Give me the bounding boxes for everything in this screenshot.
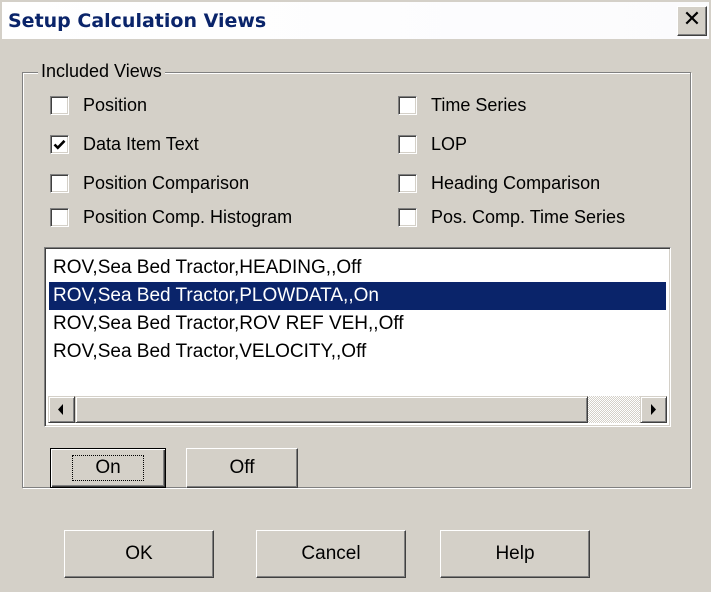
checkbox-label: Pos. Comp. Time Series [431, 206, 626, 227]
help-button-label: Help [495, 543, 535, 564]
views-listbox[interactable]: ROV,Sea Bed Tractor,HEADING,,Off ROV,Sea… [44, 247, 671, 427]
checkbox-box[interactable] [398, 134, 417, 154]
checkbox-label: LOP [431, 133, 468, 154]
checkbox-box[interactable] [50, 173, 69, 193]
list-item[interactable]: ROV,Sea Bed Tractor,ROV REF VEH,,Off [49, 310, 666, 338]
check-icon [53, 139, 66, 150]
checkbox-time-series[interactable]: Time Series [398, 92, 526, 118]
checkbox-box[interactable] [398, 207, 417, 227]
checkbox-box[interactable] [398, 95, 417, 115]
checkbox-position-comp-histogram[interactable]: Position Comp. Histogram [50, 204, 292, 230]
close-icon: ✕ [682, 7, 702, 32]
arrow-right-icon [651, 404, 656, 415]
on-button-label: On [72, 455, 144, 481]
checkbox-box[interactable] [398, 173, 417, 193]
scroll-thumb[interactable] [75, 396, 588, 423]
list-item[interactable]: ROV,Sea Bed Tractor,HEADING,,Off [49, 254, 666, 282]
cancel-button-label: Cancel [301, 543, 361, 564]
checkbox-box[interactable] [50, 95, 69, 115]
help-button[interactable]: Help [440, 530, 590, 578]
checkbox-label: Position Comparison [83, 172, 250, 193]
checkbox-data-item-text[interactable]: Data Item Text [50, 131, 199, 157]
checkbox-label: Time Series [431, 94, 527, 115]
list-item-selected[interactable]: ROV,Sea Bed Tractor,PLOWDATA,,On [49, 282, 666, 310]
checkbox-label: Data Item Text [83, 133, 199, 154]
scroll-track[interactable] [588, 396, 640, 423]
close-button[interactable]: ✕ [677, 6, 707, 36]
off-button-label: Off [229, 457, 255, 478]
off-button[interactable]: Off [186, 448, 298, 488]
checkbox-pos-comp-time-series[interactable]: Pos. Comp. Time Series [398, 204, 625, 230]
checkbox-label: Position Comp. Histogram [83, 206, 293, 227]
checkbox-lop[interactable]: LOP [398, 131, 467, 157]
group-legend: Included Views [38, 61, 165, 82]
horizontal-scrollbar[interactable] [48, 396, 667, 423]
window-title: Setup Calculation Views [8, 10, 267, 32]
ok-button[interactable]: OK [64, 530, 214, 578]
checkbox-label: Heading Comparison [431, 172, 601, 193]
arrow-left-icon [58, 404, 63, 415]
cancel-button[interactable]: Cancel [256, 530, 406, 578]
setup-calculation-views-dialog: Setup Calculation Views ✕ Included Views… [0, 0, 711, 592]
scroll-left-button[interactable] [48, 396, 75, 423]
checkbox-box[interactable] [50, 207, 69, 227]
checkbox-heading-comparison[interactable]: Heading Comparison [398, 170, 600, 196]
ok-button-label: OK [125, 543, 153, 564]
checkbox-label: Position [83, 94, 148, 115]
checkbox-position[interactable]: Position [50, 92, 147, 118]
list-item[interactable]: ROV,Sea Bed Tractor,VELOCITY,,Off [49, 338, 666, 366]
scroll-right-button[interactable] [640, 396, 667, 423]
on-button[interactable]: On [50, 448, 166, 488]
title-bar: Setup Calculation Views ✕ [2, 2, 709, 40]
checkbox-box[interactable] [50, 134, 69, 154]
checkbox-position-comparison[interactable]: Position Comparison [50, 170, 249, 196]
